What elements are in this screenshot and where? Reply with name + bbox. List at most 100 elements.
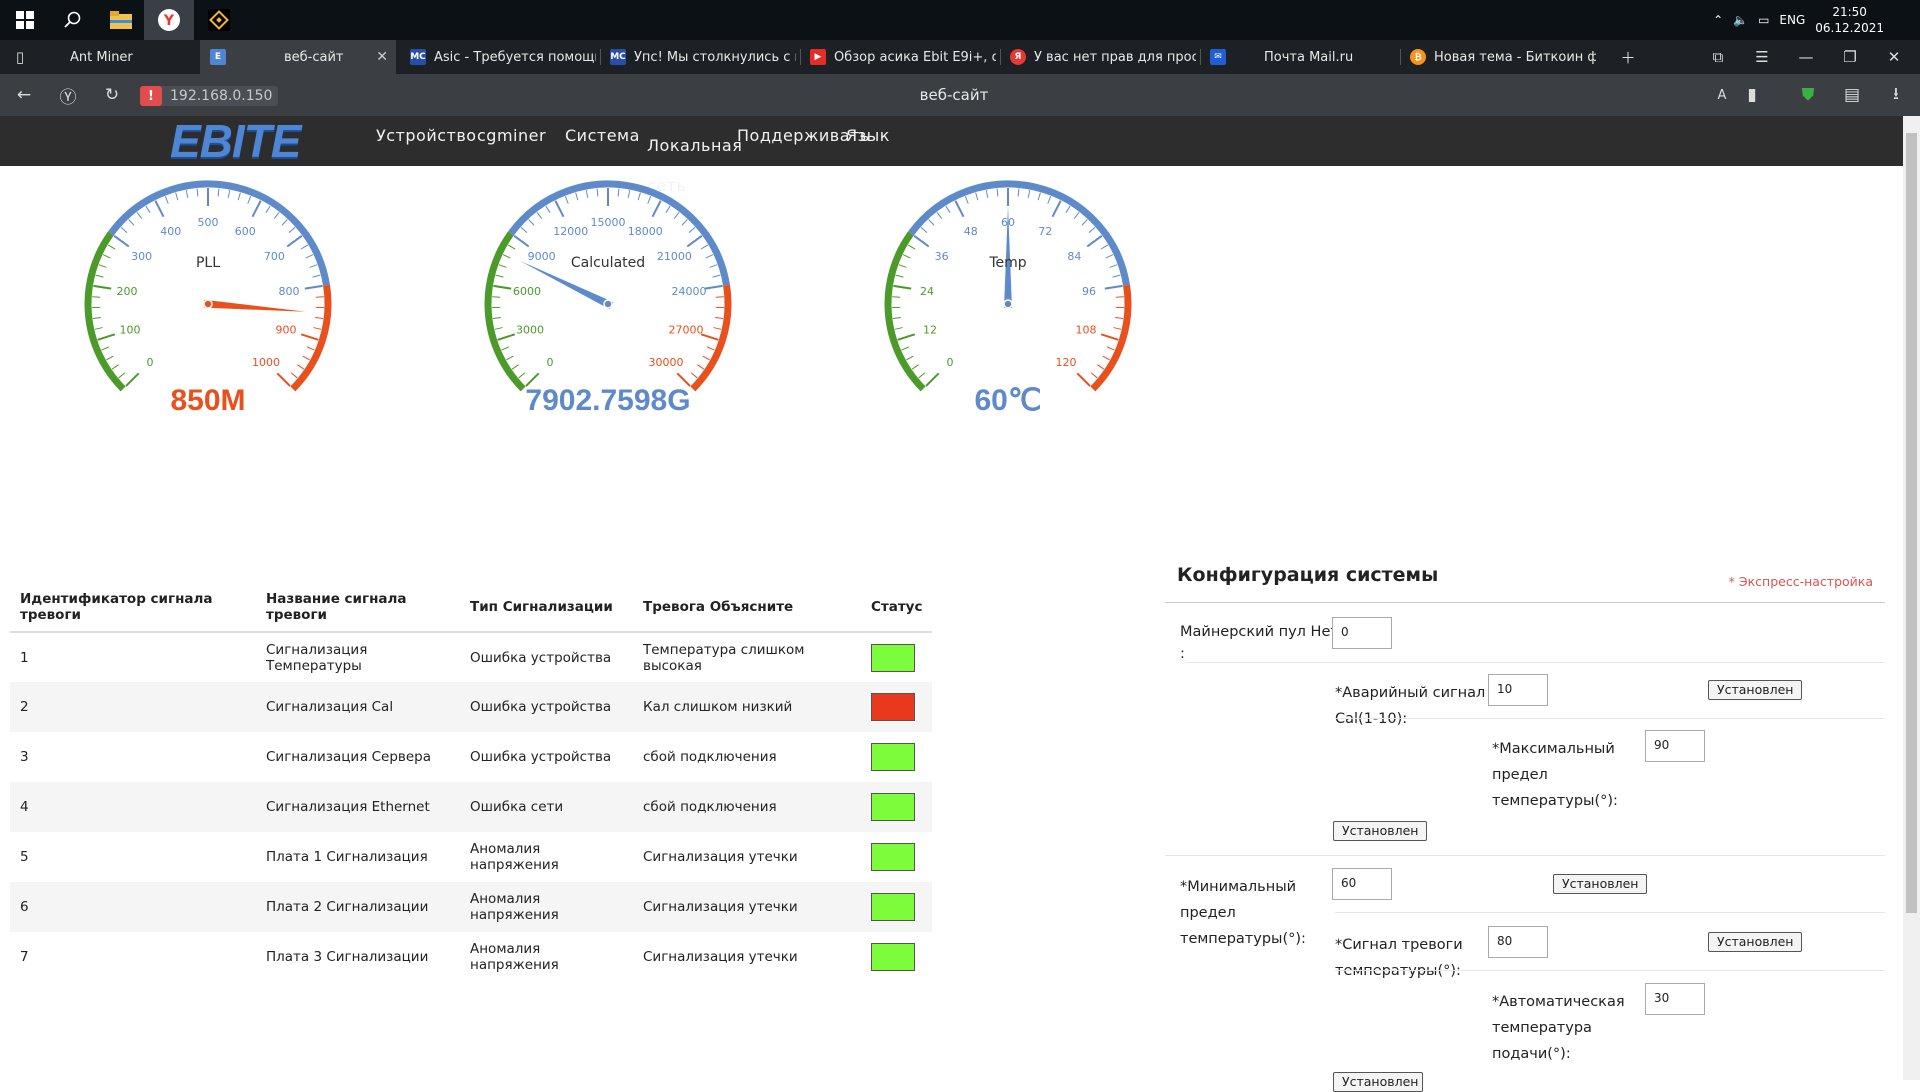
tab-review[interactable]: ▶ Обзор асика Ebit E9i+, отз [810, 40, 996, 74]
cell-status [861, 632, 932, 682]
gauge-tick [902, 347, 909, 350]
gauge-tick-label: 300 [131, 250, 152, 263]
clock[interactable]: 21:50 06.12.2021 [1815, 4, 1884, 36]
set-cal-button[interactable]: Установлен [1708, 680, 1802, 700]
set-auto-temp-button[interactable]: Установлен [1333, 1072, 1423, 1092]
gauge-tick [899, 265, 907, 268]
table-row: 1Сигнализация ТемпературыОшибка устройст… [10, 632, 932, 682]
page-scrollbar[interactable] [1903, 116, 1920, 1080]
cell-alarm-id: 1 [10, 632, 256, 682]
gauge-tick [503, 255, 510, 258]
gauge-tick [965, 196, 968, 203]
col-alarm-name: Название сигнала тревоги [256, 582, 460, 632]
tab-bar: ▯ Ant Miner E веб-сайт ✕ MC Asic - Требу… [0, 40, 1920, 74]
alarm-temp-input[interactable]: 80 [1488, 926, 1548, 958]
gauge-tick [114, 236, 129, 247]
url-field[interactable]: ! 192.168.0.150 [140, 86, 278, 106]
new-tab-icon[interactable]: ＋ [1606, 40, 1650, 74]
reload-icon[interactable]: ↻ [90, 74, 134, 116]
close-window-icon[interactable]: ✕ [1872, 40, 1916, 74]
gauge-tick-label: 48 [964, 225, 978, 238]
gauge-value: 7902.7598G [525, 384, 690, 417]
windows-start-icon[interactable] [0, 0, 50, 40]
volume-icon[interactable]: 🔈 [1733, 13, 1748, 27]
min-temp-input[interactable]: 60 [1332, 868, 1392, 900]
table-row: 2Сигнализация CalОшибка устройстваКал сл… [10, 682, 932, 732]
gauge-tick [98, 334, 115, 340]
menu-language[interactable]: Язык [846, 126, 890, 145]
binance-icon[interactable] [194, 0, 244, 40]
pool-label: Майнерский пул Нет [1180, 619, 1339, 645]
gauge-tick [937, 212, 942, 218]
chevron-up-icon[interactable]: ⌃ [1713, 13, 1723, 27]
menu-icon[interactable]: ☰ [1740, 40, 1784, 74]
clock-time: 21:50 [1815, 4, 1884, 20]
yandex-browser-icon[interactable]: Y [144, 0, 194, 40]
gauge-hub [604, 300, 612, 308]
yandex-home-icon[interactable]: Ⓨ [46, 74, 90, 116]
gauge-tick [1018, 189, 1019, 197]
set-min-temp-button[interactable]: Установлен [1553, 874, 1647, 894]
collections-icon[interactable]: ⧉ [1696, 40, 1740, 74]
warning-icon[interactable]: ! [140, 86, 162, 106]
gauge-tick [99, 265, 107, 268]
gauge-tick-label: 0 [147, 356, 154, 369]
express-setup-link[interactable]: * Экспресс-настройка [1729, 574, 1873, 589]
file-explorer-icon[interactable] [96, 0, 146, 40]
gauge-tick [119, 373, 125, 378]
tab-label: Asic - Требуется помощь [434, 50, 596, 65]
close-tab-icon[interactable]: ✕ [376, 49, 388, 65]
cell-alarm-type: Ошибка сети [460, 782, 633, 832]
gauge-tick [512, 365, 519, 369]
language-indicator[interactable]: ENG [1779, 13, 1805, 27]
gauge-tick-label: 12000 [553, 225, 588, 238]
gauge-tick [95, 328, 103, 330]
menu-device[interactable]: Устройство [376, 126, 477, 145]
gauge-tick [674, 212, 679, 218]
cal-input[interactable]: 10 [1488, 674, 1548, 706]
gauge-tick [687, 236, 702, 247]
set-max-temp-button[interactable]: Установлен [1333, 821, 1427, 841]
gauge-tick [108, 245, 115, 249]
reader-icon[interactable]: ▤ [1830, 74, 1874, 116]
minimize-icon[interactable]: — [1784, 40, 1828, 74]
col-status: Статус [861, 582, 932, 632]
max-temp-input[interactable]: 90 [1645, 730, 1705, 762]
menu-cgminer[interactable]: cgminer [477, 126, 546, 145]
gauge-tick [228, 190, 229, 198]
min-temp-label: *Минимальный [1180, 874, 1296, 900]
tab-no-rights[interactable]: Я У вас нет прав для просмо [1010, 40, 1196, 74]
tab-ant-miner[interactable]: Ant Miner [44, 40, 194, 74]
search-icon[interactable] [48, 0, 98, 40]
pool-input[interactable]: 0 [1332, 617, 1392, 649]
menu-system[interactable]: Система [565, 126, 640, 145]
tab-mail[interactable]: ✉ Почта Mail.ru [1210, 40, 1396, 74]
tab-list-icon[interactable]: ▯ [0, 40, 40, 74]
tab-bitcoin[interactable]: ₿ Новая тема - Биткоин фор [1410, 40, 1596, 74]
protect-shield-icon[interactable]: ⛊ [1786, 74, 1830, 116]
gauge-tick [713, 275, 721, 277]
gauge-tick [1087, 236, 1102, 247]
scrollbar-thumb[interactable] [1906, 133, 1917, 913]
download-icon[interactable]: ⭳ [1874, 74, 1918, 116]
tab-website[interactable]: E веб-сайт ✕ [200, 40, 396, 74]
back-icon[interactable]: ← [2, 74, 46, 116]
gauge-tick [1074, 212, 1079, 218]
tab-asic[interactable]: MC Asic - Требуется помощь [410, 40, 596, 74]
restore-icon[interactable]: ❐ [1828, 40, 1872, 74]
gauge-tick [903, 255, 910, 258]
gauge-tick [306, 255, 313, 258]
tab-oops[interactable]: MC Упс! Мы столкнулись с не [610, 40, 796, 74]
svg-text:Y: Y [163, 13, 175, 29]
cell-alarm-type: Ошибка устройства [460, 632, 633, 682]
set-alarm-temp-button[interactable]: Установлен [1708, 932, 1802, 952]
bookmark-icon[interactable]: ▮ [1730, 74, 1774, 116]
network-icon[interactable]: ▭ [1758, 13, 1769, 27]
status-indicator [871, 743, 915, 771]
site-logo[interactable]: EBITE [170, 119, 300, 163]
site-header: EBITE Устройство cgminer Система Локальн… [0, 116, 1903, 166]
gauge-tick [1028, 190, 1029, 198]
auto-temp-input[interactable]: 30 [1645, 983, 1705, 1015]
gauge-tick-label: 108 [1075, 323, 1096, 336]
gauge-tick [597, 189, 598, 197]
